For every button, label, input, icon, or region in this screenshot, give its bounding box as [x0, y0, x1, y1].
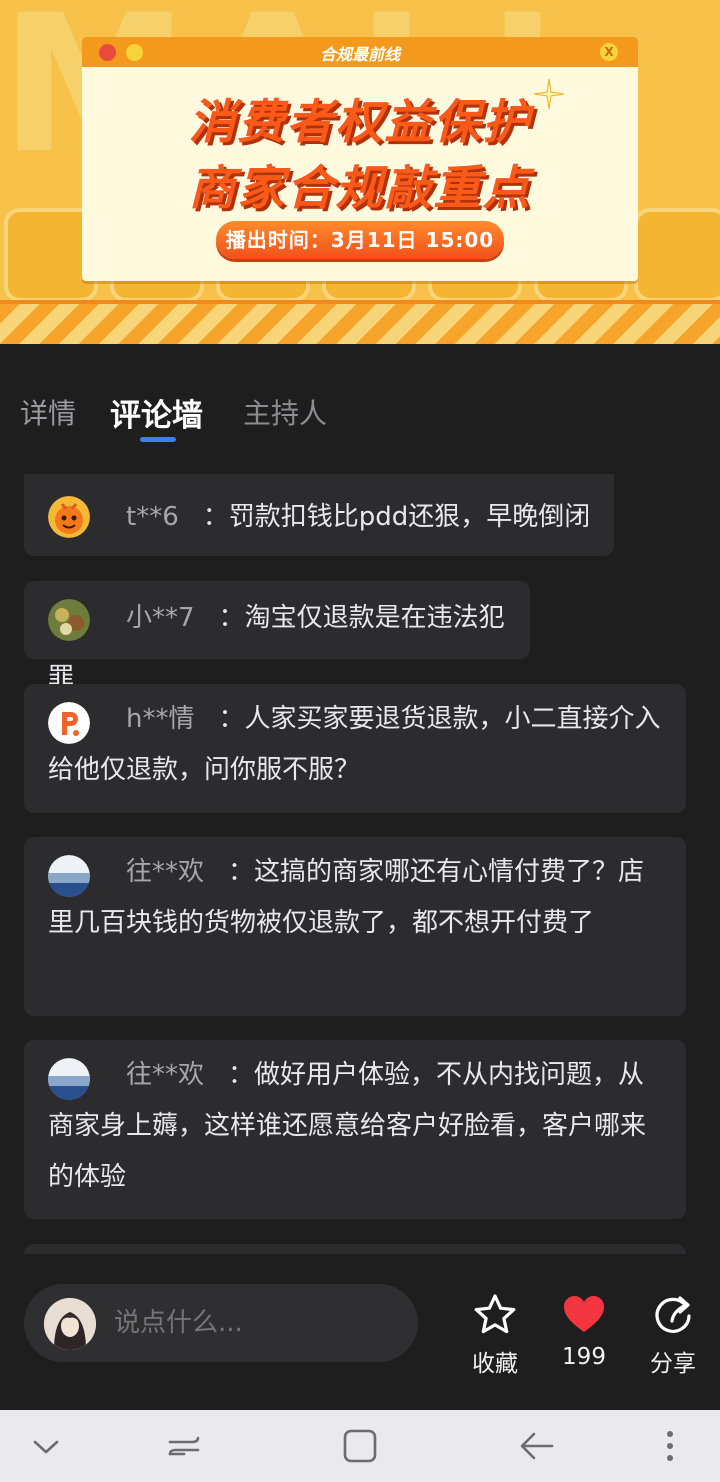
heart-icon	[564, 1296, 604, 1332]
comment-username: 往**欢	[126, 857, 205, 887]
like-button[interactable]: 199	[544, 1292, 624, 1370]
tab-details[interactable]: 详情	[20, 392, 76, 432]
back-icon[interactable]	[516, 1428, 556, 1464]
more-icon[interactable]	[650, 1428, 690, 1464]
comment-separator: ：	[202, 502, 229, 532]
banner-window: 合规最前线 X 消费者权益保护 商家合规敲重点 播出时间：3月11日 15:00	[82, 37, 638, 281]
comment-separator: ：	[228, 1060, 255, 1090]
comment-card: h**情 ：人家买家要退货退款，小二直接介入给他仅退款，问你服不服？	[24, 684, 686, 813]
air-time-pill: 播出时间：3月11日 15:00	[216, 221, 504, 259]
tab-host[interactable]: 主持人	[243, 392, 327, 432]
comment-card: 往**欢 ：做好用户体验，不从内找问题，从商家身上薅，这样谁还愿意给客户好脸看，客…	[24, 1040, 686, 1219]
banner-headline-2: 商家合规敲重点	[188, 161, 532, 216]
sparkle-icon	[534, 79, 564, 109]
my-avatar-icon	[44, 1298, 96, 1350]
comment-username: 往**欢	[126, 1060, 205, 1090]
star-icon	[474, 1294, 516, 1334]
system-navigation-bar	[0, 1410, 720, 1482]
comment-username: 小**7	[126, 603, 195, 633]
chevron-down-icon[interactable]	[26, 1428, 66, 1464]
share-button[interactable]: 分享	[633, 1292, 713, 1378]
banner-stripe	[0, 300, 720, 344]
comment-separator: ：	[218, 603, 245, 633]
home-icon[interactable]	[340, 1428, 380, 1464]
tab-comment-wall[interactable]: 评论墙	[110, 390, 203, 435]
like-count: 199	[562, 1344, 606, 1370]
active-tab-indicator	[140, 437, 176, 442]
favorite-label: 收藏	[472, 1351, 518, 1377]
live-banner: MALL 合规最前线 X 消费者权益保护 商家合规敲重点 播出时间：3月11日 …	[0, 0, 720, 344]
comment-separator: ：	[228, 857, 255, 887]
comment-text: t**6 ：罚款扣钱比pdd还狠，早晚倒闭	[48, 474, 592, 542]
favorite-button[interactable]: 收藏	[455, 1292, 535, 1378]
comment-body: 淘宝仅退款是在违法犯罪	[48, 603, 505, 693]
comment-username: h**情	[126, 704, 195, 734]
banner-close-icon: X	[600, 43, 618, 61]
recent-apps-icon[interactable]	[164, 1428, 204, 1464]
banner-window-titlebar: 合规最前线 X	[82, 37, 638, 67]
comment-card: 往**欢 ：这搞的商家哪还有心情付费了？店里几百块钱的货物被仅退款了，都不想开付费…	[24, 837, 686, 1016]
comment-list[interactable]: t**6 ：罚款扣钱比pdd还狠，早晚倒闭 小**7 ：淘宝仅退款是在违法犯罪 h*…	[0, 474, 720, 1254]
comment-text: h**情 ：人家买家要退货退款，小二直接介入给他仅退款，问你服不服？	[48, 694, 664, 796]
tab-bar: 详情 评论墙 主持人	[0, 344, 720, 474]
share-icon	[655, 1296, 691, 1333]
banner-window-title: 合规最前线	[319, 45, 400, 64]
comment-username: t**6	[126, 502, 179, 532]
bottom-action-bar: 收藏 199 分享	[0, 1254, 720, 1410]
comment-card: 小**7 ：淘宝仅退款是在违法犯罪	[24, 581, 530, 693]
comment-card-peek	[24, 1244, 686, 1254]
comment-input-box[interactable]	[24, 1284, 418, 1362]
comment-card: t**6 ：罚款扣钱比pdd还狠，早晚倒闭	[24, 474, 614, 556]
comment-separator: ：	[218, 704, 245, 734]
comment-text: 往**欢 ：这搞的商家哪还有心情付费了？店里几百块钱的货物被仅退款了，都不想开付费…	[48, 847, 664, 949]
comment-text: 往**欢 ：做好用户体验，不从内找问题，从商家身上薅，这样谁还愿意给客户好脸看，客…	[48, 1050, 664, 1203]
comment-body: 罚款扣钱比pdd还狠，早晚倒闭	[228, 502, 591, 532]
comment-input[interactable]	[114, 1306, 404, 1340]
share-label: 分享	[650, 1351, 696, 1377]
